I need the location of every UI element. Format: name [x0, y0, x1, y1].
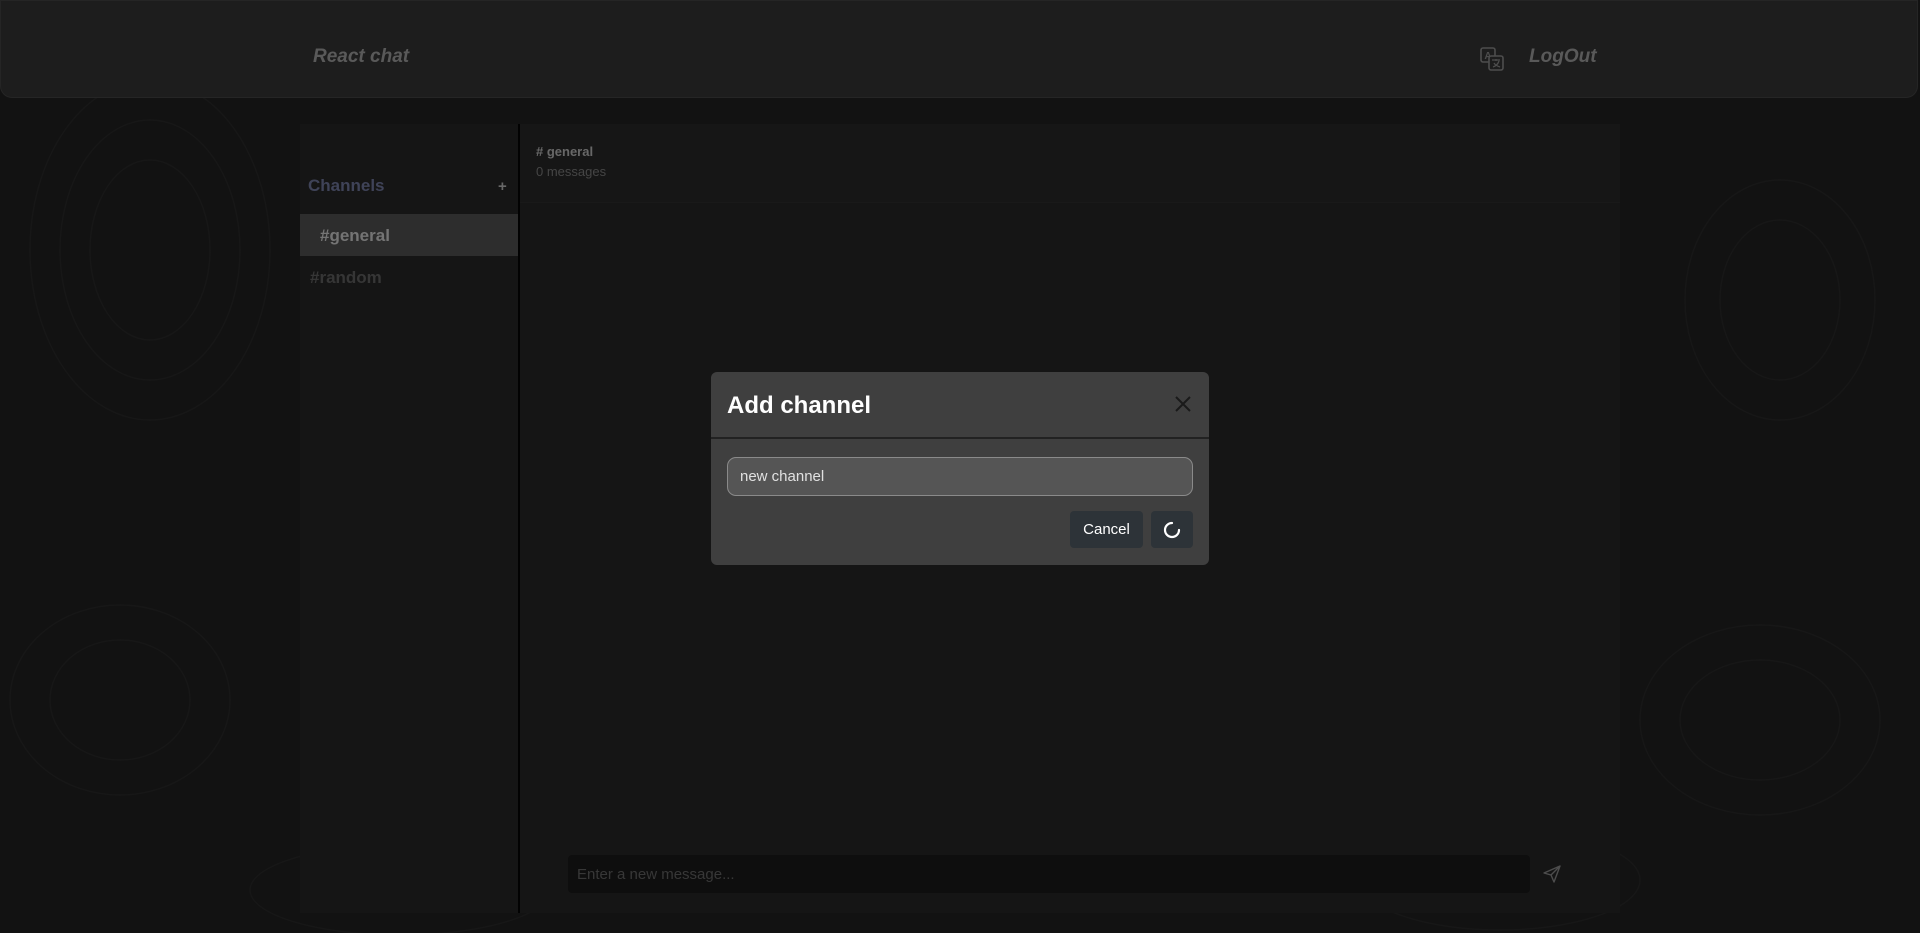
modal-header: Add channel [711, 372, 1209, 439]
submit-button[interactable] [1151, 511, 1193, 548]
channel-name-input[interactable] [727, 457, 1193, 496]
spinner-icon [1163, 521, 1181, 538]
close-icon[interactable] [1173, 394, 1193, 414]
modal-title: Add channel [727, 392, 872, 419]
add-channel-modal: Add channel Cancel [711, 372, 1209, 565]
cancel-button[interactable]: Cancel [1070, 511, 1143, 548]
